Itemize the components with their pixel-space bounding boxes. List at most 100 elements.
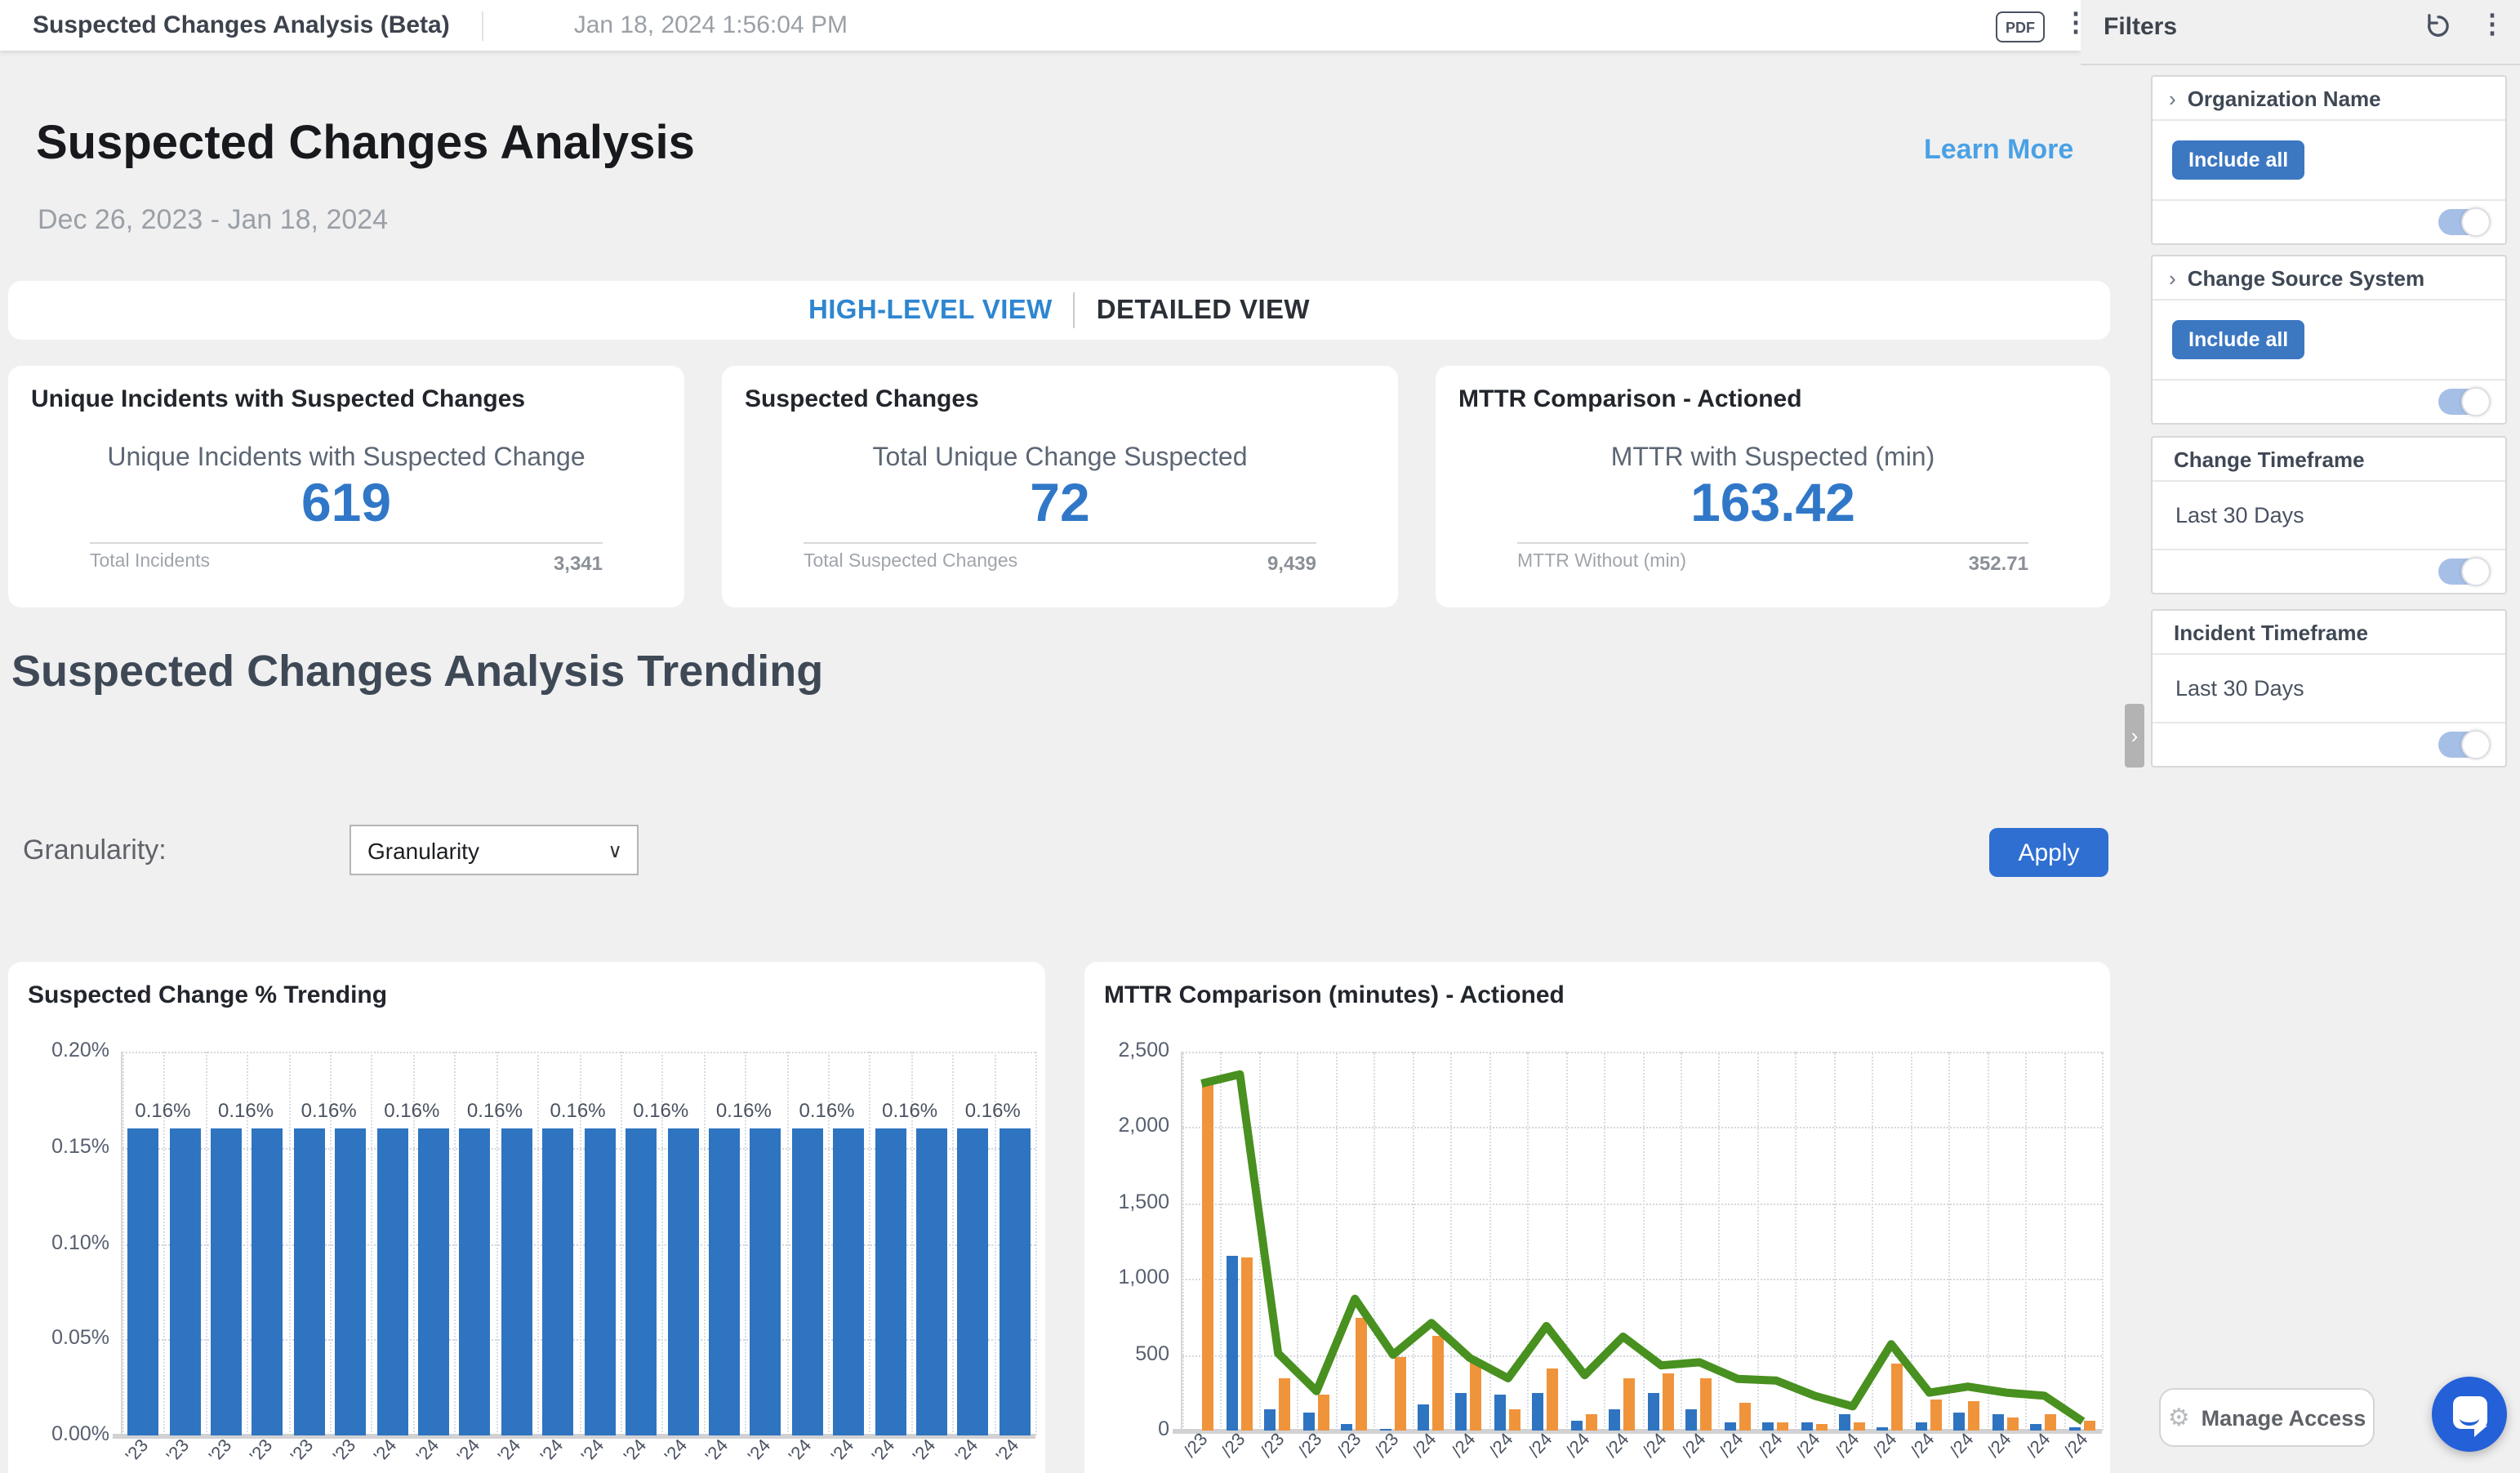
filter-section-header[interactable]: Change Timeframe [2153, 438, 2505, 482]
divider [1517, 542, 2028, 544]
bar-suspected-change-pct [875, 1128, 906, 1435]
bar-suspected-change-pct [626, 1128, 657, 1435]
x-axis-tick-label: /24 [1487, 1430, 1518, 1462]
x-axis-tick-label: /23 [1333, 1430, 1365, 1462]
bar-suspected-change-pct [294, 1128, 325, 1435]
filter-toggle[interactable] [2438, 389, 2489, 415]
bar-suspected-change-pct [792, 1128, 823, 1435]
x-axis-tick-label: /24 [1947, 1430, 1978, 1462]
filter-value-row[interactable]: Last 30 Days [2153, 655, 2505, 723]
x-axis-tick-label: '23 [205, 1436, 235, 1466]
x-axis-tick-label: '24 [994, 1436, 1024, 1466]
y-axis-tick-label: 0.10% [24, 1230, 109, 1253]
filter-value-row[interactable]: Last 30 Days [2153, 482, 2505, 550]
bar-suspected-change-pct [750, 1128, 781, 1435]
filter-toggle[interactable] [2438, 558, 2489, 585]
granularity-select[interactable]: Granularity ∨ [350, 825, 639, 875]
bar-suspected-change-pct [376, 1128, 407, 1435]
filter-section-header[interactable]: Incident Timeframe [2153, 611, 2505, 655]
y-axis-tick-label: 2,000 [1084, 1115, 1169, 1137]
x-axis-tick-label: /24 [1678, 1430, 1709, 1462]
panel-collapse-handle[interactable]: › [2125, 704, 2144, 768]
x-axis-tick-label: /24 [1564, 1430, 1595, 1462]
chevron-right-icon: › [2169, 87, 2176, 109]
manage-access-button[interactable]: ⚙ Manage Access [2159, 1388, 2375, 1447]
x-axis-tick-label: '24 [745, 1436, 775, 1466]
bar-suspected-change-pct [418, 1128, 449, 1435]
x-axis-tick-label: /24 [2024, 1430, 2055, 1462]
export-pdf-icon[interactable]: PDF [1996, 11, 2045, 42]
y-axis-tick-label: 2,500 [1084, 1039, 1169, 1061]
filter-card-incident-timeframe: Incident Timeframe Last 30 Days [2151, 609, 2507, 768]
bar-suspected-change-pct [501, 1128, 532, 1435]
include-all-button[interactable]: Include all [2172, 320, 2304, 359]
x-axis-tick-label: /24 [1640, 1430, 1671, 1462]
bar-suspected-change-pct [667, 1128, 698, 1435]
gear-icon: ⚙ [2168, 1405, 2190, 1430]
learn-more-link[interactable]: Learn More [1924, 134, 2073, 167]
section-heading-trending: Suspected Changes Analysis Trending [11, 647, 823, 697]
y-axis-tick-label: 0.05% [24, 1327, 109, 1350]
filters-menu-icon[interactable]: ⋮ [2479, 13, 2505, 39]
combo-chart-plot: 2,5002,0001,5001,0005000/23/23/23/23/23/… [1181, 1052, 2102, 1431]
apply-button[interactable]: Apply [1989, 828, 2108, 877]
tab-detailed-view[interactable]: DETAILED VIEW [1097, 295, 1310, 326]
x-axis-tick-label: /24 [1525, 1430, 1556, 1462]
x-axis-tick-label: '24 [910, 1436, 941, 1466]
bar-data-label: 0.16% [951, 1099, 1035, 1122]
include-all-button[interactable]: Include all [2172, 140, 2304, 180]
x-axis-tick-label: /23 [1372, 1430, 1403, 1462]
x-axis-tick-label: /23 [1218, 1430, 1249, 1462]
bar-suspected-change-pct [1000, 1128, 1031, 1435]
app-title: Suspected Changes Analysis (Beta) [33, 11, 450, 39]
metric-label: Total Unique Change Suspected [804, 444, 1316, 474]
footer-label: Total Suspected Changes [804, 552, 1017, 575]
tab-separator [1074, 292, 1075, 328]
x-axis-tick-label: '24 [703, 1436, 733, 1466]
bar-suspected-change-pct [252, 1128, 283, 1435]
x-axis-tick-label: '24 [869, 1436, 899, 1466]
bar-data-label: 0.16% [867, 1099, 952, 1122]
kpi-card-suspected-changes: Suspected Changes Total Unique Change Su… [722, 366, 1398, 607]
tab-high-level-view[interactable]: HIGH-LEVEL VIEW [808, 295, 1053, 326]
footer-value: 3,341 [554, 552, 603, 575]
bar-suspected-change-pct [460, 1128, 491, 1435]
bar-chart-plot: 0.20%0.15%0.10%0.05%0.00%0.16%0.16%0.16%… [121, 1052, 1035, 1435]
filter-section-header[interactable]: › Organization Name [2153, 77, 2505, 121]
footer-value: 9,439 [1267, 552, 1316, 575]
view-tabs: HIGH-LEVEL VIEW DETAILED VIEW [8, 281, 2110, 340]
x-axis-tick-label: /24 [1870, 1430, 1901, 1462]
bar-suspected-change-pct [958, 1128, 989, 1435]
x-axis-tick-label: '23 [163, 1436, 194, 1466]
filter-toggle[interactable] [2438, 732, 2489, 758]
x-axis-tick-label: /24 [1985, 1430, 2016, 1462]
filter-section-header[interactable]: › Change Source System [2153, 256, 2505, 300]
x-axis-tick-label: '23 [330, 1436, 360, 1466]
y-axis-tick-label: 1,000 [1084, 1266, 1169, 1288]
filters-title: Filters [2104, 13, 2177, 41]
metric-value: 619 [90, 474, 603, 532]
bar-data-label: 0.16% [618, 1099, 703, 1122]
divider [90, 542, 603, 544]
y-axis-tick-label: 1,500 [1084, 1190, 1169, 1213]
y-axis-tick-label: 0 [1084, 1417, 1169, 1440]
footer-label: MTTR Without (min) [1517, 552, 1686, 575]
chart-card-suspected-change-pct: Suspected Change % Trending 0.20%0.15%0.… [8, 962, 1045, 1473]
x-axis-tick-label: /24 [1908, 1430, 1939, 1462]
divider [804, 542, 1316, 544]
bar-suspected-change-pct [543, 1128, 574, 1435]
kpi-card-unique-incidents: Unique Incidents with Suspected Changes … [8, 366, 684, 607]
x-axis-tick-label: /23 [1257, 1430, 1288, 1462]
x-axis-tick-label: '24 [827, 1436, 857, 1466]
metric-value: 163.42 [1517, 474, 2028, 532]
x-axis-tick-label: /24 [1449, 1430, 1480, 1462]
chat-bubble-button[interactable] [2432, 1377, 2507, 1452]
x-axis-tick-label: /24 [1755, 1430, 1786, 1462]
x-axis-tick-label: '24 [786, 1436, 817, 1466]
y-axis-tick-label: 500 [1084, 1342, 1169, 1364]
bar-data-label: 0.16% [369, 1099, 454, 1122]
filter-toggle[interactable] [2438, 209, 2489, 235]
reset-filters-icon[interactable] [2424, 11, 2453, 41]
kpi-card-mttr-comparison: MTTR Comparison - Actioned MTTR with Sus… [1436, 366, 2110, 607]
x-axis-tick-label: '23 [247, 1436, 277, 1466]
